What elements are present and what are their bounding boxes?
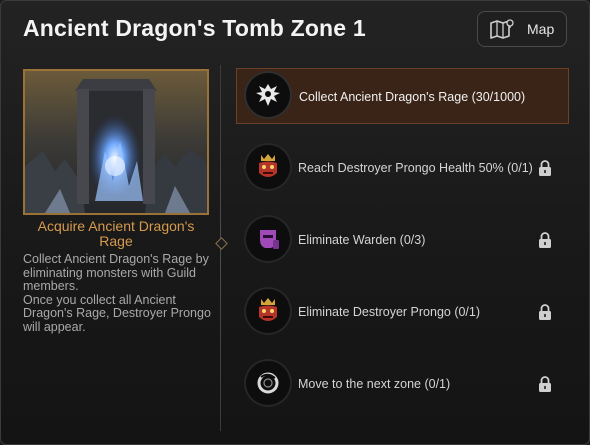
- crowned-boss-icon: [246, 289, 290, 333]
- zone-panel: Ancient Dragon's Tomb Zone 1 Map Acquire…: [0, 0, 590, 445]
- mission-label: Move to the next zone (0/1): [298, 377, 451, 391]
- lock-icon: [539, 160, 551, 176]
- lock-icon: [539, 376, 551, 392]
- lock-icon: [539, 232, 551, 248]
- lock-icon: [539, 304, 551, 320]
- mission-item-collect-rage[interactable]: Collect Ancient Dragon's Rage (30/1000): [236, 68, 569, 124]
- map-icon: [490, 19, 514, 39]
- mission-item-prongo-health[interactable]: Reach Destroyer Prongo Health 50% (0/1): [236, 140, 569, 196]
- quest-artwork: [23, 69, 209, 215]
- mission-label: Collect Ancient Dragon's Rage (30/1000): [299, 90, 526, 104]
- page-title: Ancient Dragon's Tomb Zone 1: [23, 15, 366, 41]
- mission-item-eliminate-warden[interactable]: Eliminate Warden (0/3): [236, 212, 569, 268]
- dragon-emblem-icon: [246, 73, 290, 117]
- mission-list: Collect Ancient Dragon's Rage (30/1000) …: [236, 68, 569, 428]
- quest-title: Acquire Ancient Dragon's Rage: [37, 218, 195, 249]
- crowned-boss-icon: [246, 145, 290, 189]
- quest-info: Acquire Ancient Dragon's Rage Collect An…: [1, 63, 223, 444]
- mission-item-next-zone[interactable]: Move to the next zone (0/1): [236, 356, 569, 412]
- map-button-label: Map: [527, 21, 555, 37]
- mission-item-eliminate-prongo[interactable]: Eliminate Destroyer Prongo (0/1): [236, 284, 569, 340]
- quest-description: Collect Ancient Dragon's Rage by elimina…: [23, 252, 211, 334]
- warden-helmet-icon: [246, 217, 290, 261]
- mission-label: Eliminate Destroyer Prongo (0/1): [298, 305, 481, 319]
- mission-label: Reach Destroyer Prongo Health 50% (0/1): [298, 161, 533, 175]
- portal-ring-icon: [246, 361, 290, 405]
- map-button[interactable]: Map: [477, 11, 567, 47]
- mission-label: Eliminate Warden (0/3): [298, 233, 426, 247]
